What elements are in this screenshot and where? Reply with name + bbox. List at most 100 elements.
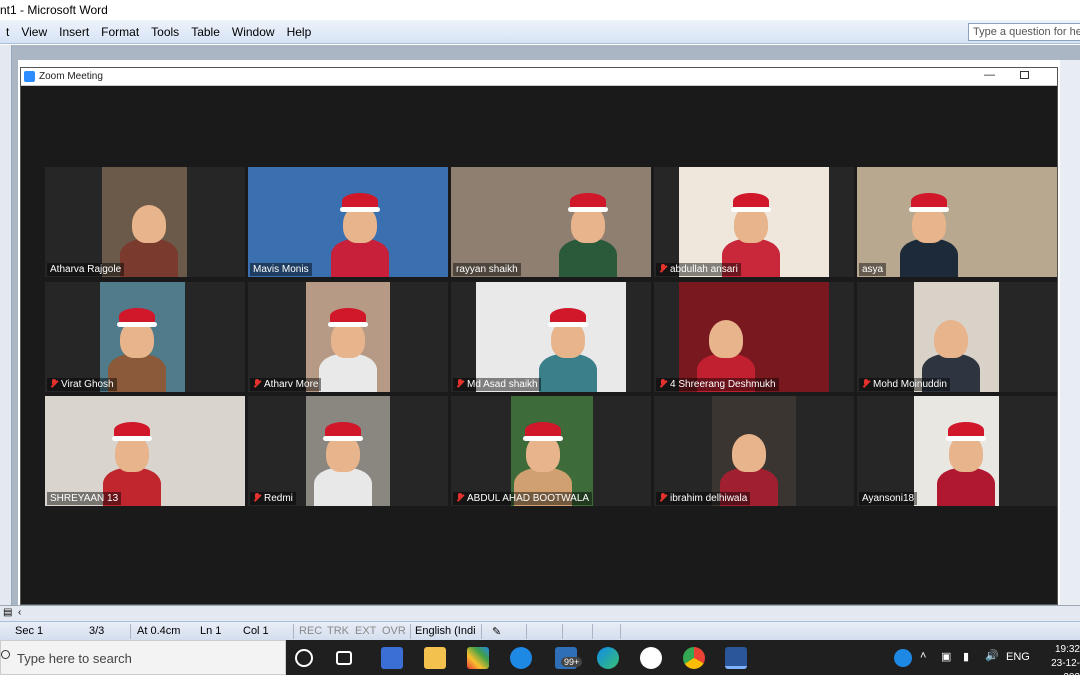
menu-item-file[interactable]: t [0, 25, 15, 39]
menu-item-format[interactable]: Format [95, 25, 145, 39]
participant-name-label: asya [859, 263, 887, 276]
taskbar-search[interactable]: Type here to search [0, 640, 286, 675]
participant-tile[interactable]: SHREYAAN 13 [45, 396, 245, 506]
participant-video [102, 167, 187, 277]
scroll-left-icon[interactable]: ‹ [18, 607, 21, 618]
status-page: 3/3 [89, 625, 105, 637]
participant-name: Redmi [264, 493, 293, 504]
participant-tile[interactable]: 4 Shreerang Deshmukh [654, 282, 854, 392]
hp-icon[interactable] [640, 647, 662, 669]
participant-shirt [900, 239, 958, 277]
participant-shirt [559, 239, 617, 277]
menu-item-insert[interactable]: Insert [53, 25, 95, 39]
status-rec[interactable]: REC [299, 625, 322, 637]
mail-badge: 99+ [561, 657, 583, 667]
participant-tile[interactable]: asya [857, 167, 1057, 277]
participant-shirt [120, 239, 178, 277]
vertical-ruler [0, 45, 12, 605]
participant-name: ABDUL AHAD BOOTWALA [467, 493, 590, 504]
zoom-title-bar: Zoom Meeting — [21, 68, 1057, 86]
santa-hat [946, 422, 986, 441]
window-title: nt1 - Microsoft Word [0, 3, 108, 17]
minimize-icon[interactable]: — [984, 69, 995, 81]
horizontal-scrollbar[interactable]: ▤ ‹ [0, 605, 1080, 621]
internet-explorer-icon[interactable] [510, 647, 532, 669]
participant-video [712, 396, 796, 506]
taskbar-clock[interactable]: 19:32 23-12-202 [1036, 643, 1080, 675]
participant-shirt [331, 239, 389, 277]
santa-hat [112, 422, 152, 441]
participant-face [732, 434, 766, 472]
edge-icon[interactable] [597, 647, 619, 669]
participant-name: Ayansoni18 [862, 493, 915, 504]
participant-name: Mohd Moinuddin [873, 379, 947, 390]
participant-video [679, 167, 829, 277]
participant-name-label: Ayansoni18 [859, 492, 918, 505]
participant-tile[interactable]: Ayansoni18 [857, 396, 1057, 506]
participant-video [248, 167, 448, 277]
santa-hat [523, 422, 563, 441]
participant-video [100, 282, 185, 392]
task-view-icon[interactable] [336, 651, 352, 665]
network-icon[interactable]: ▣ [941, 650, 951, 663]
participant-tile[interactable]: Mohd Moinuddin [857, 282, 1057, 392]
mic-muted-icon [50, 379, 58, 388]
volume-icon[interactable]: 🔊 [985, 649, 999, 662]
menu-item-table[interactable]: Table [185, 25, 226, 39]
cortana-icon[interactable] [295, 649, 313, 667]
participant-tile[interactable]: ibrahim delhiwala [654, 396, 854, 506]
file-explorer-icon[interactable] [424, 647, 446, 669]
menu-bar: t View Insert Format Tools Table Window … [0, 20, 1080, 44]
participant-name: Mavis Monis [253, 264, 309, 275]
store-icon[interactable] [381, 647, 403, 669]
participant-name-label: abdullah ansari [656, 263, 741, 276]
menu-item-help[interactable]: Help [281, 25, 318, 39]
word-title-bar: nt1 - Microsoft Word [0, 0, 1080, 20]
participant-tile[interactable]: abdullah ansari [654, 167, 854, 277]
santa-hat [548, 308, 588, 327]
participant-tile[interactable]: Atharva Rajgole [45, 167, 245, 277]
view-icon[interactable]: ▤ [3, 607, 12, 618]
participant-tile[interactable]: Md Asad shaikh [451, 282, 651, 392]
status-ovr[interactable]: OVR [382, 625, 406, 637]
participant-tile[interactable]: Atharv More [248, 282, 448, 392]
mic-muted-icon [659, 264, 667, 273]
menu-item-tools[interactable]: Tools [145, 25, 185, 39]
help-icon[interactable] [894, 649, 912, 667]
participant-face [132, 205, 166, 243]
status-ext[interactable]: EXT [355, 625, 376, 637]
ask-question-input[interactable]: Type a question for help [968, 23, 1080, 41]
tray-chevron-icon[interactable]: ˄ [920, 650, 926, 662]
mic-muted-icon [456, 493, 464, 502]
participant-video [306, 282, 390, 392]
participant-tile[interactable]: Redmi [248, 396, 448, 506]
language-indicator[interactable]: ENG [1006, 651, 1030, 663]
status-section: Sec 1 [15, 625, 44, 637]
status-trk[interactable]: TRK [327, 625, 349, 637]
spelling-check-icon[interactable]: ✎ [492, 625, 501, 638]
participant-face [709, 320, 743, 358]
word-icon[interactable] [725, 647, 747, 669]
participant-tile[interactable]: Mavis Monis [248, 167, 448, 277]
participant-tile[interactable]: rayyan shaikh [451, 167, 651, 277]
santa-hat [323, 422, 363, 441]
menu-item-window[interactable]: Window [226, 25, 281, 39]
participant-name-label: ibrahim delhiwala [656, 492, 751, 505]
zoom-logo-icon [24, 71, 35, 82]
status-language: English (Indi [415, 625, 476, 637]
battery-icon[interactable]: ▮ [963, 650, 969, 663]
participant-name-label: Md Asad shaikh [453, 378, 541, 391]
menu-item-view[interactable]: View [15, 25, 53, 39]
participant-video [45, 396, 245, 506]
vertical-scrollbar[interactable] [1060, 60, 1080, 605]
participant-shirt [319, 354, 377, 392]
participant-tile[interactable]: ABDUL AHAD BOOTWALA [451, 396, 651, 506]
participant-shirt [108, 354, 166, 392]
mic-muted-icon [456, 379, 464, 388]
chrome-icon[interactable] [683, 647, 705, 669]
photos-icon[interactable] [467, 647, 489, 669]
windows-taskbar: Type here to search 99+ ˄ ▣ ▮ 🔊 ENG 19:3… [0, 640, 1080, 675]
mic-muted-icon [253, 379, 261, 388]
participant-tile[interactable]: Virat Ghosh [45, 282, 245, 392]
maximize-icon[interactable] [1020, 71, 1029, 79]
